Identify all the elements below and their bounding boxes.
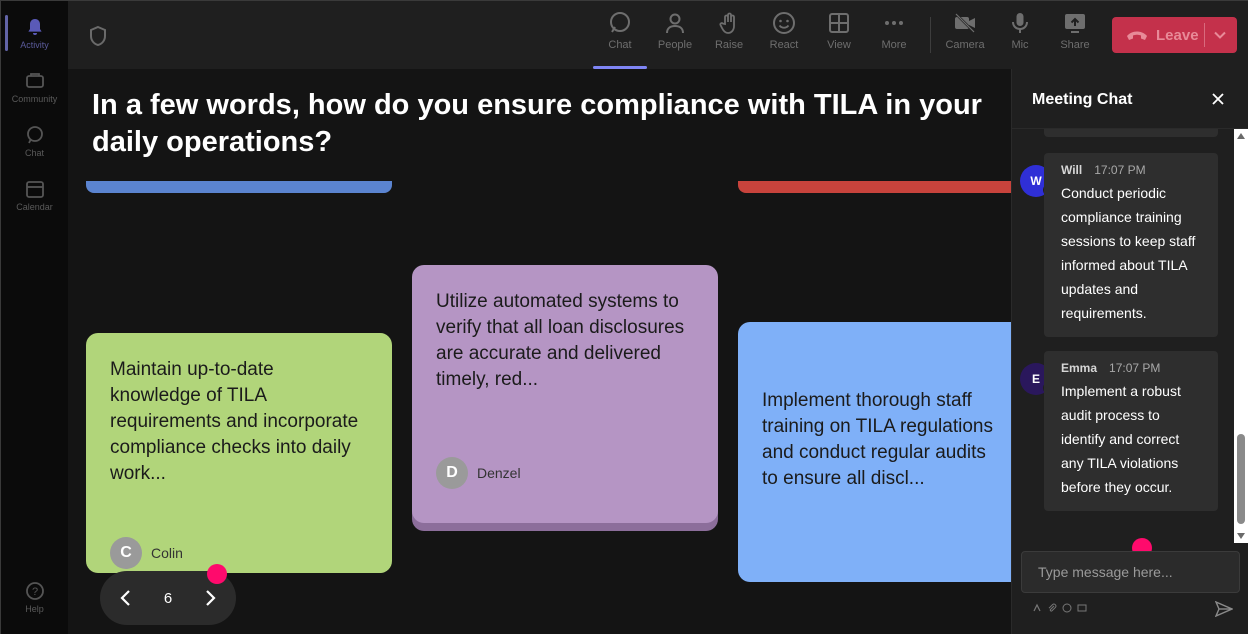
- rail-item-label: Help: [25, 604, 44, 614]
- close-icon[interactable]: [1210, 91, 1226, 107]
- response-card[interactable]: Utilize automated systems to verify that…: [412, 265, 718, 523]
- message-input[interactable]: [1022, 552, 1239, 592]
- chat-message: Emma 17:07 PM Implement a robust audit pr…: [1044, 351, 1218, 511]
- card-author: D Denzel: [436, 457, 521, 489]
- react-button-label: React: [769, 39, 799, 51]
- avatar: D: [436, 457, 468, 489]
- chevron-down-icon[interactable]: [1213, 28, 1227, 42]
- share-button-label: Share: [1060, 39, 1090, 51]
- share-icon: [1065, 14, 1085, 33]
- rail-item-chat[interactable]: Chat: [1, 115, 68, 169]
- chevron-right-icon[interactable]: [202, 588, 218, 608]
- attach-icon[interactable]: [1047, 603, 1057, 613]
- gif-icon[interactable]: [1077, 603, 1087, 613]
- question-title: In a few words, how do you ensure compli…: [92, 89, 982, 158]
- people-button[interactable]: People: [650, 11, 700, 63]
- card-strip-right: [738, 181, 1011, 193]
- view-button-label: View: [827, 39, 851, 51]
- card-text: Maintain up-to-date knowledge of TILA re…: [110, 359, 359, 484]
- camera-button-label: Camera: [945, 39, 985, 51]
- bell-icon: [27, 19, 42, 35]
- toolbar-divider: [930, 17, 931, 53]
- raise-hand-icon: [719, 12, 735, 34]
- chat-button[interactable]: Chat: [593, 11, 647, 69]
- community-icon: [25, 73, 44, 88]
- message-time: 17:07 PM: [1109, 361, 1161, 375]
- rail-item-label: Chat: [24, 148, 44, 158]
- rail-item-label: Community: [11, 94, 58, 104]
- meeting-toolbar: Chat People Raise React View More Camera: [68, 1, 1248, 69]
- raise-hand-button-label: Raise: [714, 39, 744, 51]
- grid-view-icon: [829, 13, 849, 33]
- scroll-down-arrow[interactable]: [1237, 533, 1245, 539]
- card-text: Implement thorough staff training on TIL…: [762, 390, 993, 489]
- mic-icon: [1012, 13, 1028, 33]
- message-text: Conduct periodic compliance training ses…: [1061, 185, 1196, 321]
- format-toolbar: [1032, 603, 1087, 613]
- chat-icon: [26, 126, 43, 144]
- rail-item-help[interactable]: ? Help: [1, 571, 68, 625]
- mic-button[interactable]: Mic: [995, 11, 1045, 63]
- more-icon: [885, 21, 903, 25]
- avatar: C: [110, 537, 142, 569]
- chat-title: Meeting Chat: [1032, 91, 1133, 108]
- format-text-icon[interactable]: [1032, 603, 1042, 613]
- more-button[interactable]: More: [869, 11, 919, 63]
- people-icon: [666, 13, 684, 34]
- send-icon[interactable]: [1215, 601, 1233, 617]
- scrollbar-thumb[interactable]: [1237, 434, 1245, 524]
- leave-button-label: Leave: [1156, 26, 1199, 44]
- chat-button-label: Chat: [608, 39, 632, 51]
- calendar-icon: [25, 181, 44, 198]
- previous-message: [1044, 129, 1218, 137]
- card-text: Utilize automated systems to verify that…: [436, 291, 685, 390]
- raise-hand-button[interactable]: Raise: [704, 11, 754, 63]
- chat-message: Will 17:07 PM Conduct periodic compliance…: [1044, 153, 1218, 337]
- hang-up-icon: [1127, 31, 1147, 40]
- help-icon: ?: [25, 582, 44, 600]
- page-number: 6: [163, 590, 173, 607]
- message-text: Implement a robust audit process to iden…: [1061, 383, 1181, 495]
- card-strip-left: [86, 181, 392, 193]
- shield-icon[interactable]: [88, 25, 108, 47]
- smiley-icon: [773, 12, 795, 34]
- share-button[interactable]: Share: [1050, 11, 1100, 63]
- rail-item-activity[interactable]: Activity: [1, 7, 68, 61]
- svg-text:?: ?: [31, 586, 37, 598]
- chevron-left-icon[interactable]: [118, 588, 134, 608]
- card-author: C Colin: [110, 537, 183, 569]
- author-name: Denzel: [477, 465, 521, 481]
- rail-item-community[interactable]: Community: [1, 61, 68, 115]
- mic-button-label: Mic: [1011, 39, 1029, 51]
- people-button-label: People: [657, 39, 693, 51]
- emoji-icon[interactable]: [1062, 603, 1072, 613]
- view-button[interactable]: View: [814, 11, 864, 63]
- message-compose-box[interactable]: [1021, 551, 1240, 593]
- meeting-window: Activity Community Chat Calendar ? Help …: [0, 0, 1248, 634]
- camera-off-icon: [955, 13, 975, 33]
- react-button[interactable]: React: [759, 11, 809, 63]
- response-card[interactable]: Implement thorough staff training on TIL…: [738, 322, 1011, 582]
- main-stage: In a few words, how do you ensure compli…: [68, 69, 1011, 634]
- camera-button[interactable]: Camera: [940, 11, 990, 63]
- response-card[interactable]: Maintain up-to-date knowledge of TILA re…: [86, 333, 392, 573]
- message-author: Emma: [1061, 361, 1098, 375]
- rail-item-label: Activity: [20, 40, 49, 50]
- more-button-label: More: [881, 39, 907, 51]
- meeting-chat-panel: Meeting Chat W Will 17:07 PM Conduct peri…: [1011, 69, 1248, 634]
- notification-dot: [207, 564, 227, 584]
- rail-item-label: Calendar: [16, 202, 53, 212]
- leave-divider: [1204, 23, 1205, 47]
- chat-icon: [610, 12, 630, 33]
- scroll-up-arrow[interactable]: [1237, 133, 1245, 139]
- rail-item-calendar[interactable]: Calendar: [1, 169, 68, 223]
- left-rail: Activity Community Chat Calendar ? Help: [1, 1, 68, 634]
- leave-button[interactable]: Leave: [1112, 17, 1237, 53]
- chat-message-list[interactable]: W Will 17:07 PM Conduct periodic complian…: [1012, 129, 1248, 541]
- author-name: Colin: [151, 545, 183, 561]
- message-author: Will: [1061, 163, 1083, 177]
- message-time: 17:07 PM: [1094, 163, 1146, 177]
